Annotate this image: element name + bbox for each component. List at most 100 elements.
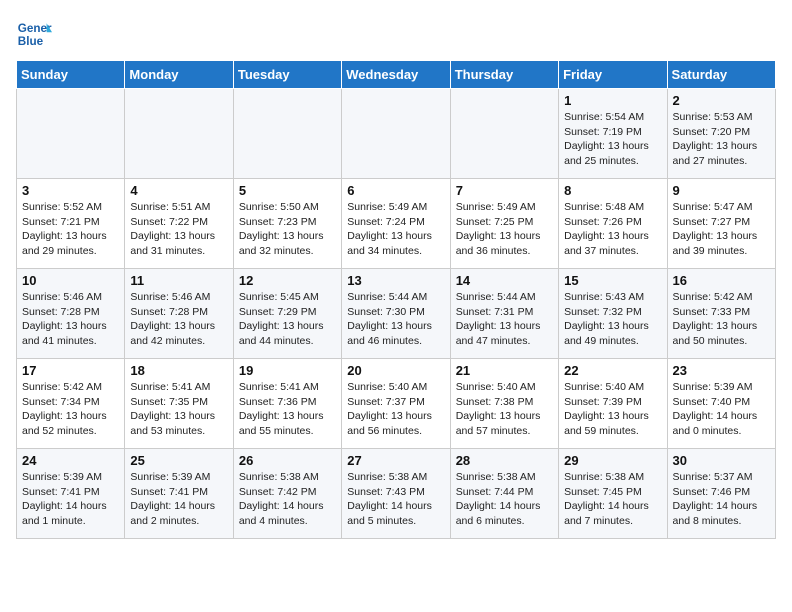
day-info: Sunrise: 5:41 AM Sunset: 7:36 PM Dayligh… (239, 380, 336, 439)
calendar-cell: 18 Sunrise: 5:41 AM Sunset: 7:35 PM Dayli… (125, 359, 233, 449)
day-info: Sunrise: 5:53 AM Sunset: 7:20 PM Dayligh… (673, 110, 770, 169)
calendar-week-5: 24 Sunrise: 5:39 AM Sunset: 7:41 PM Dayli… (17, 449, 776, 539)
calendar-cell: 10Sunrise: 5:46 AM Sunset: 7:28 PM Dayli… (17, 269, 125, 359)
day-info: Sunrise: 5:49 AM Sunset: 7:24 PM Dayligh… (347, 200, 444, 259)
weekday-header-monday: Monday (125, 61, 233, 89)
day-info: Sunrise: 5:44 AM Sunset: 7:31 PM Dayligh… (456, 290, 553, 349)
day-info: Sunrise: 5:54 AM Sunset: 7:19 PM Dayligh… (564, 110, 661, 169)
day-number: 17 (22, 363, 119, 378)
day-number: 24 (22, 453, 119, 468)
day-info: Sunrise: 5:41 AM Sunset: 7:35 PM Dayligh… (130, 380, 227, 439)
day-info: Sunrise: 5:42 AM Sunset: 7:34 PM Dayligh… (22, 380, 119, 439)
day-info: Sunrise: 5:38 AM Sunset: 7:45 PM Dayligh… (564, 470, 661, 529)
calendar-cell: 14 Sunrise: 5:44 AM Sunset: 7:31 PM Dayli… (450, 269, 558, 359)
calendar-header-row: SundayMondayTuesdayWednesdayThursdayFrid… (17, 61, 776, 89)
day-number: 8 (564, 183, 661, 198)
calendar-cell (125, 89, 233, 179)
day-number: 16 (673, 273, 770, 288)
day-info: Sunrise: 5:44 AM Sunset: 7:30 PM Dayligh… (347, 290, 444, 349)
day-number: 2 (673, 93, 770, 108)
day-info: Sunrise: 5:40 AM Sunset: 7:39 PM Dayligh… (564, 380, 661, 439)
day-info: Sunrise: 5:49 AM Sunset: 7:25 PM Dayligh… (456, 200, 553, 259)
day-number: 9 (673, 183, 770, 198)
day-info: Sunrise: 5:38 AM Sunset: 7:42 PM Dayligh… (239, 470, 336, 529)
calendar-cell: 25 Sunrise: 5:39 AM Sunset: 7:41 PM Dayli… (125, 449, 233, 539)
day-number: 25 (130, 453, 227, 468)
day-number: 27 (347, 453, 444, 468)
day-number: 20 (347, 363, 444, 378)
calendar-cell: 13 Sunrise: 5:44 AM Sunset: 7:30 PM Dayli… (342, 269, 450, 359)
calendar-cell: 16 Sunrise: 5:42 AM Sunset: 7:33 PM Dayli… (667, 269, 775, 359)
day-info: Sunrise: 5:48 AM Sunset: 7:26 PM Dayligh… (564, 200, 661, 259)
day-number: 28 (456, 453, 553, 468)
day-number: 29 (564, 453, 661, 468)
day-number: 11 (130, 273, 227, 288)
calendar-cell (342, 89, 450, 179)
calendar-cell: 8 Sunrise: 5:48 AM Sunset: 7:26 PM Daylig… (559, 179, 667, 269)
calendar-cell: 12Sunrise: 5:45 AM Sunset: 7:29 PM Dayli… (233, 269, 341, 359)
calendar-cell: 29 Sunrise: 5:38 AM Sunset: 7:45 PM Dayli… (559, 449, 667, 539)
calendar-cell: 2 Sunrise: 5:53 AM Sunset: 7:20 PM Daylig… (667, 89, 775, 179)
day-number: 23 (673, 363, 770, 378)
calendar-week-1: 1 Sunrise: 5:54 AM Sunset: 7:19 PM Daylig… (17, 89, 776, 179)
weekday-header-sunday: Sunday (17, 61, 125, 89)
day-info: Sunrise: 5:43 AM Sunset: 7:32 PM Dayligh… (564, 290, 661, 349)
day-info: Sunrise: 5:46 AM Sunset: 7:28 PM Dayligh… (22, 290, 119, 349)
day-info: Sunrise: 5:47 AM Sunset: 7:27 PM Dayligh… (673, 200, 770, 259)
weekday-header-friday: Friday (559, 61, 667, 89)
day-info: Sunrise: 5:37 AM Sunset: 7:46 PM Dayligh… (673, 470, 770, 529)
calendar-cell: 9 Sunrise: 5:47 AM Sunset: 7:27 PM Daylig… (667, 179, 775, 269)
day-number: 4 (130, 183, 227, 198)
svg-text:Blue: Blue (18, 35, 44, 48)
calendar-table: SundayMondayTuesdayWednesdayThursdayFrid… (16, 60, 776, 539)
calendar-cell: 17 Sunrise: 5:42 AM Sunset: 7:34 PM Dayli… (17, 359, 125, 449)
calendar-cell: 1 Sunrise: 5:54 AM Sunset: 7:19 PM Daylig… (559, 89, 667, 179)
weekday-header-thursday: Thursday (450, 61, 558, 89)
logo: General Blue (16, 16, 56, 52)
day-info: Sunrise: 5:46 AM Sunset: 7:28 PM Dayligh… (130, 290, 227, 349)
day-number: 18 (130, 363, 227, 378)
day-number: 3 (22, 183, 119, 198)
day-info: Sunrise: 5:51 AM Sunset: 7:22 PM Dayligh… (130, 200, 227, 259)
page-header: General Blue (16, 16, 776, 52)
day-info: Sunrise: 5:42 AM Sunset: 7:33 PM Dayligh… (673, 290, 770, 349)
calendar-cell (450, 89, 558, 179)
day-info: Sunrise: 5:39 AM Sunset: 7:41 PM Dayligh… (130, 470, 227, 529)
day-number: 12 (239, 273, 336, 288)
day-number: 15 (564, 273, 661, 288)
calendar-cell (233, 89, 341, 179)
weekday-header-tuesday: Tuesday (233, 61, 341, 89)
calendar-cell: 23 Sunrise: 5:39 AM Sunset: 7:40 PM Dayli… (667, 359, 775, 449)
day-info: Sunrise: 5:52 AM Sunset: 7:21 PM Dayligh… (22, 200, 119, 259)
day-number: 19 (239, 363, 336, 378)
day-number: 30 (673, 453, 770, 468)
calendar-cell: 19 Sunrise: 5:41 AM Sunset: 7:36 PM Dayli… (233, 359, 341, 449)
day-number: 7 (456, 183, 553, 198)
calendar-cell: 5Sunrise: 5:50 AM Sunset: 7:23 PM Daylig… (233, 179, 341, 269)
weekday-header-wednesday: Wednesday (342, 61, 450, 89)
calendar-cell: 27 Sunrise: 5:38 AM Sunset: 7:43 PM Dayli… (342, 449, 450, 539)
calendar-cell: 21Sunrise: 5:40 AM Sunset: 7:38 PM Dayli… (450, 359, 558, 449)
day-number: 1 (564, 93, 661, 108)
day-number: 13 (347, 273, 444, 288)
calendar-week-2: 3 Sunrise: 5:52 AM Sunset: 7:21 PM Daylig… (17, 179, 776, 269)
day-number: 26 (239, 453, 336, 468)
calendar-week-4: 17 Sunrise: 5:42 AM Sunset: 7:34 PM Dayli… (17, 359, 776, 449)
weekday-header-saturday: Saturday (667, 61, 775, 89)
day-info: Sunrise: 5:39 AM Sunset: 7:41 PM Dayligh… (22, 470, 119, 529)
calendar-cell: 24 Sunrise: 5:39 AM Sunset: 7:41 PM Dayli… (17, 449, 125, 539)
calendar-cell: 20 Sunrise: 5:40 AM Sunset: 7:37 PM Dayli… (342, 359, 450, 449)
day-info: Sunrise: 5:50 AM Sunset: 7:23 PM Dayligh… (239, 200, 336, 259)
day-info: Sunrise: 5:39 AM Sunset: 7:40 PM Dayligh… (673, 380, 770, 439)
calendar-cell: 22 Sunrise: 5:40 AM Sunset: 7:39 PM Dayli… (559, 359, 667, 449)
day-number: 14 (456, 273, 553, 288)
day-info: Sunrise: 5:38 AM Sunset: 7:43 PM Dayligh… (347, 470, 444, 529)
calendar-cell: 6 Sunrise: 5:49 AM Sunset: 7:24 PM Daylig… (342, 179, 450, 269)
logo-icon: General Blue (16, 16, 52, 52)
day-number: 22 (564, 363, 661, 378)
day-number: 6 (347, 183, 444, 198)
calendar-cell (17, 89, 125, 179)
day-info: Sunrise: 5:40 AM Sunset: 7:37 PM Dayligh… (347, 380, 444, 439)
day-info: Sunrise: 5:38 AM Sunset: 7:44 PM Dayligh… (456, 470, 553, 529)
calendar-week-3: 10Sunrise: 5:46 AM Sunset: 7:28 PM Dayli… (17, 269, 776, 359)
